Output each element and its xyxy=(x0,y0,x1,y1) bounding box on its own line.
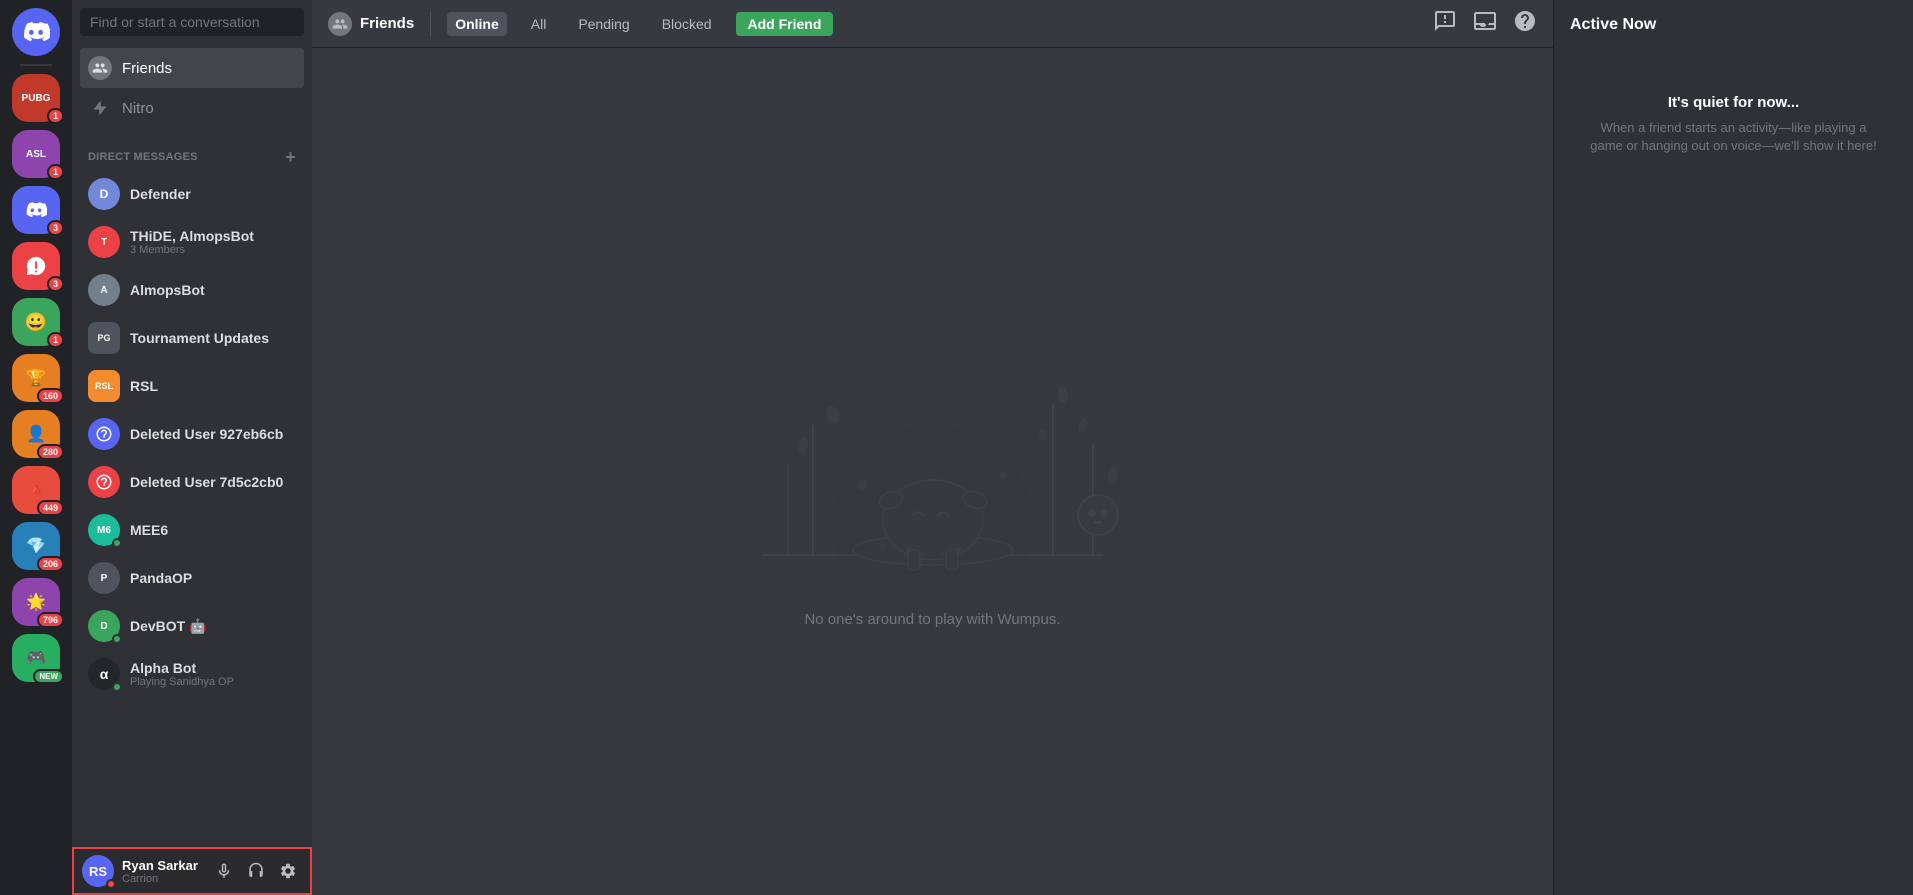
right-sidebar: Active Now It's quiet for now... When a … xyxy=(1553,0,1913,895)
dm-item-defender[interactable]: D Defender xyxy=(80,170,304,218)
quiet-title: It's quiet for now... xyxy=(1668,94,1799,111)
main-content: Friends Online All Pending Blocked Add F… xyxy=(312,0,1553,895)
server-dm4[interactable]: 3 xyxy=(12,242,60,290)
dm-name-mee6: MEE6 xyxy=(130,522,168,538)
dm-name-tournament: Tournament Updates xyxy=(130,330,269,346)
discord-home-button[interactable] xyxy=(12,8,60,56)
avatar-deleted1 xyxy=(88,418,120,450)
user-info: Ryan Sarkar Carrion xyxy=(122,858,202,885)
header-divider xyxy=(430,12,431,36)
nitro-icon xyxy=(88,96,112,120)
dm-name-devbot: DevBOT 🤖 xyxy=(130,618,207,635)
avatar-almopsbot: A xyxy=(88,274,120,306)
friends-icon xyxy=(88,56,112,80)
server-asl[interactable]: ASL 1 xyxy=(12,130,60,178)
user-status-dot xyxy=(106,879,116,889)
add-dm-button[interactable]: + xyxy=(285,148,296,166)
server-11[interactable]: 🎮 NEW xyxy=(12,634,60,682)
dm-sub-alphabot: Playing Sanidhya OP xyxy=(130,676,234,688)
help-icon[interactable] xyxy=(1513,9,1537,38)
mute-button[interactable] xyxy=(210,857,238,885)
server-7[interactable]: 👤 280 xyxy=(12,410,60,458)
search-input[interactable]: Find or start a conversation xyxy=(80,8,304,36)
inbox-icon[interactable] xyxy=(1473,9,1497,38)
dm-name-defender: Defender xyxy=(130,186,191,202)
server-9[interactable]: 💎 206 xyxy=(12,522,60,570)
server-divider xyxy=(20,64,52,66)
nav-friends[interactable]: Friends xyxy=(80,48,304,88)
headset-button[interactable] xyxy=(242,857,270,885)
tab-all[interactable]: All xyxy=(523,12,555,36)
dm-name-pandaop: PandaOP xyxy=(130,570,192,586)
friends-label: Friends xyxy=(122,60,172,77)
avatar-defender: D xyxy=(88,178,120,210)
dm-sub-thide: 3 Members xyxy=(130,244,254,256)
dm-name-thide: THiDE, AlmopsBot xyxy=(130,228,254,244)
user-avatar: RS xyxy=(82,855,114,887)
friends-header-label: Friends xyxy=(360,15,414,32)
server-5[interactable]: 😀 1 xyxy=(12,298,60,346)
user-status: Carrion xyxy=(122,873,202,885)
avatar-thide: T xyxy=(88,226,120,258)
status-dot-alphabot xyxy=(112,682,122,692)
server-sidebar: PUBG 1 ASL 1 3 3 😀 1 🏆 160 👤 280 🔺 449 💎… xyxy=(0,0,72,895)
server-pubg[interactable]: PUBG 1 xyxy=(12,74,60,122)
add-friend-button[interactable]: Add Friend xyxy=(736,12,834,36)
quiet-desc: When a friend starts an activity—like pl… xyxy=(1590,119,1877,155)
wumpus-illustration xyxy=(713,315,1153,595)
server-discord[interactable]: 3 xyxy=(12,186,60,234)
server-8[interactable]: 🔺 449 xyxy=(12,466,60,514)
nav-nitro[interactable]: Nitro xyxy=(80,88,304,128)
tab-blocked[interactable]: Blocked xyxy=(654,12,720,36)
dm-list: D Defender T THiDE, AlmopsBot 3 Members … xyxy=(72,170,312,847)
dm-item-devbot[interactable]: D DevBOT 🤖 xyxy=(80,602,304,650)
friends-header-icon xyxy=(328,12,352,36)
dm-name-rsl: RSL xyxy=(130,378,158,394)
dm-item-mee6[interactable]: M6 MEE6 xyxy=(80,506,304,554)
tab-pending[interactable]: Pending xyxy=(570,12,637,36)
status-dot-mee6 xyxy=(112,538,122,548)
tab-online[interactable]: Online xyxy=(447,12,507,36)
dm-name-alphabot: Alpha Bot xyxy=(130,660,234,676)
header-icons xyxy=(1433,9,1537,38)
header-title: Friends xyxy=(328,12,414,36)
server-6[interactable]: 🏆 160 xyxy=(12,354,60,402)
avatar-rsl: RSL xyxy=(88,370,120,402)
dm-nav: Friends Nitro xyxy=(72,44,312,132)
active-now-title: Active Now xyxy=(1570,16,1897,34)
user-bar: RS Ryan Sarkar Carrion xyxy=(72,847,312,895)
dm-item-pandaop[interactable]: P PandaOP xyxy=(80,554,304,602)
main-header: Friends Online All Pending Blocked Add F… xyxy=(312,0,1553,48)
dm-section-header: Direct Messages + xyxy=(72,132,312,170)
nitro-label: Nitro xyxy=(122,100,154,117)
dm-sidebar: Find or start a conversation Friends Nit… xyxy=(72,0,312,895)
user-bar-icons xyxy=(210,857,302,885)
dm-item-alphabot[interactable]: α Alpha Bot Playing Sanidhya OP xyxy=(80,650,304,698)
dm-item-rsl[interactable]: RSL RSL xyxy=(80,362,304,410)
dm-name-almopsbot: AlmopsBot xyxy=(130,282,205,298)
username: Ryan Sarkar xyxy=(122,858,202,873)
dm-item-almopsbot[interactable]: A AlmopsBot xyxy=(80,266,304,314)
dm-item-deleted1[interactable]: Deleted User 927eb6cb xyxy=(80,410,304,458)
no-friends-text: No one's around to play with Wumpus. xyxy=(804,611,1060,628)
server-10[interactable]: 🌟 796 xyxy=(12,578,60,626)
avatar-pandaop: P xyxy=(88,562,120,594)
dm-name-deleted1: Deleted User 927eb6cb xyxy=(130,426,283,442)
status-dot-devbot xyxy=(112,634,122,644)
settings-button[interactable] xyxy=(274,857,302,885)
new-dm-icon[interactable] xyxy=(1433,9,1457,38)
dm-item-tournament[interactable]: PG Tournament Updates xyxy=(80,314,304,362)
center-area: No one's around to play with Wumpus. xyxy=(312,48,1553,895)
dm-item-deleted2[interactable]: Deleted User 7d5c2cb0 xyxy=(80,458,304,506)
dm-item-thide[interactable]: T THiDE, AlmopsBot 3 Members xyxy=(80,218,304,266)
quiet-section: It's quiet for now... When a friend star… xyxy=(1570,54,1897,195)
dm-name-deleted2: Deleted User 7d5c2cb0 xyxy=(130,474,283,490)
avatar-tournament: PG xyxy=(88,322,120,354)
avatar-deleted2 xyxy=(88,466,120,498)
